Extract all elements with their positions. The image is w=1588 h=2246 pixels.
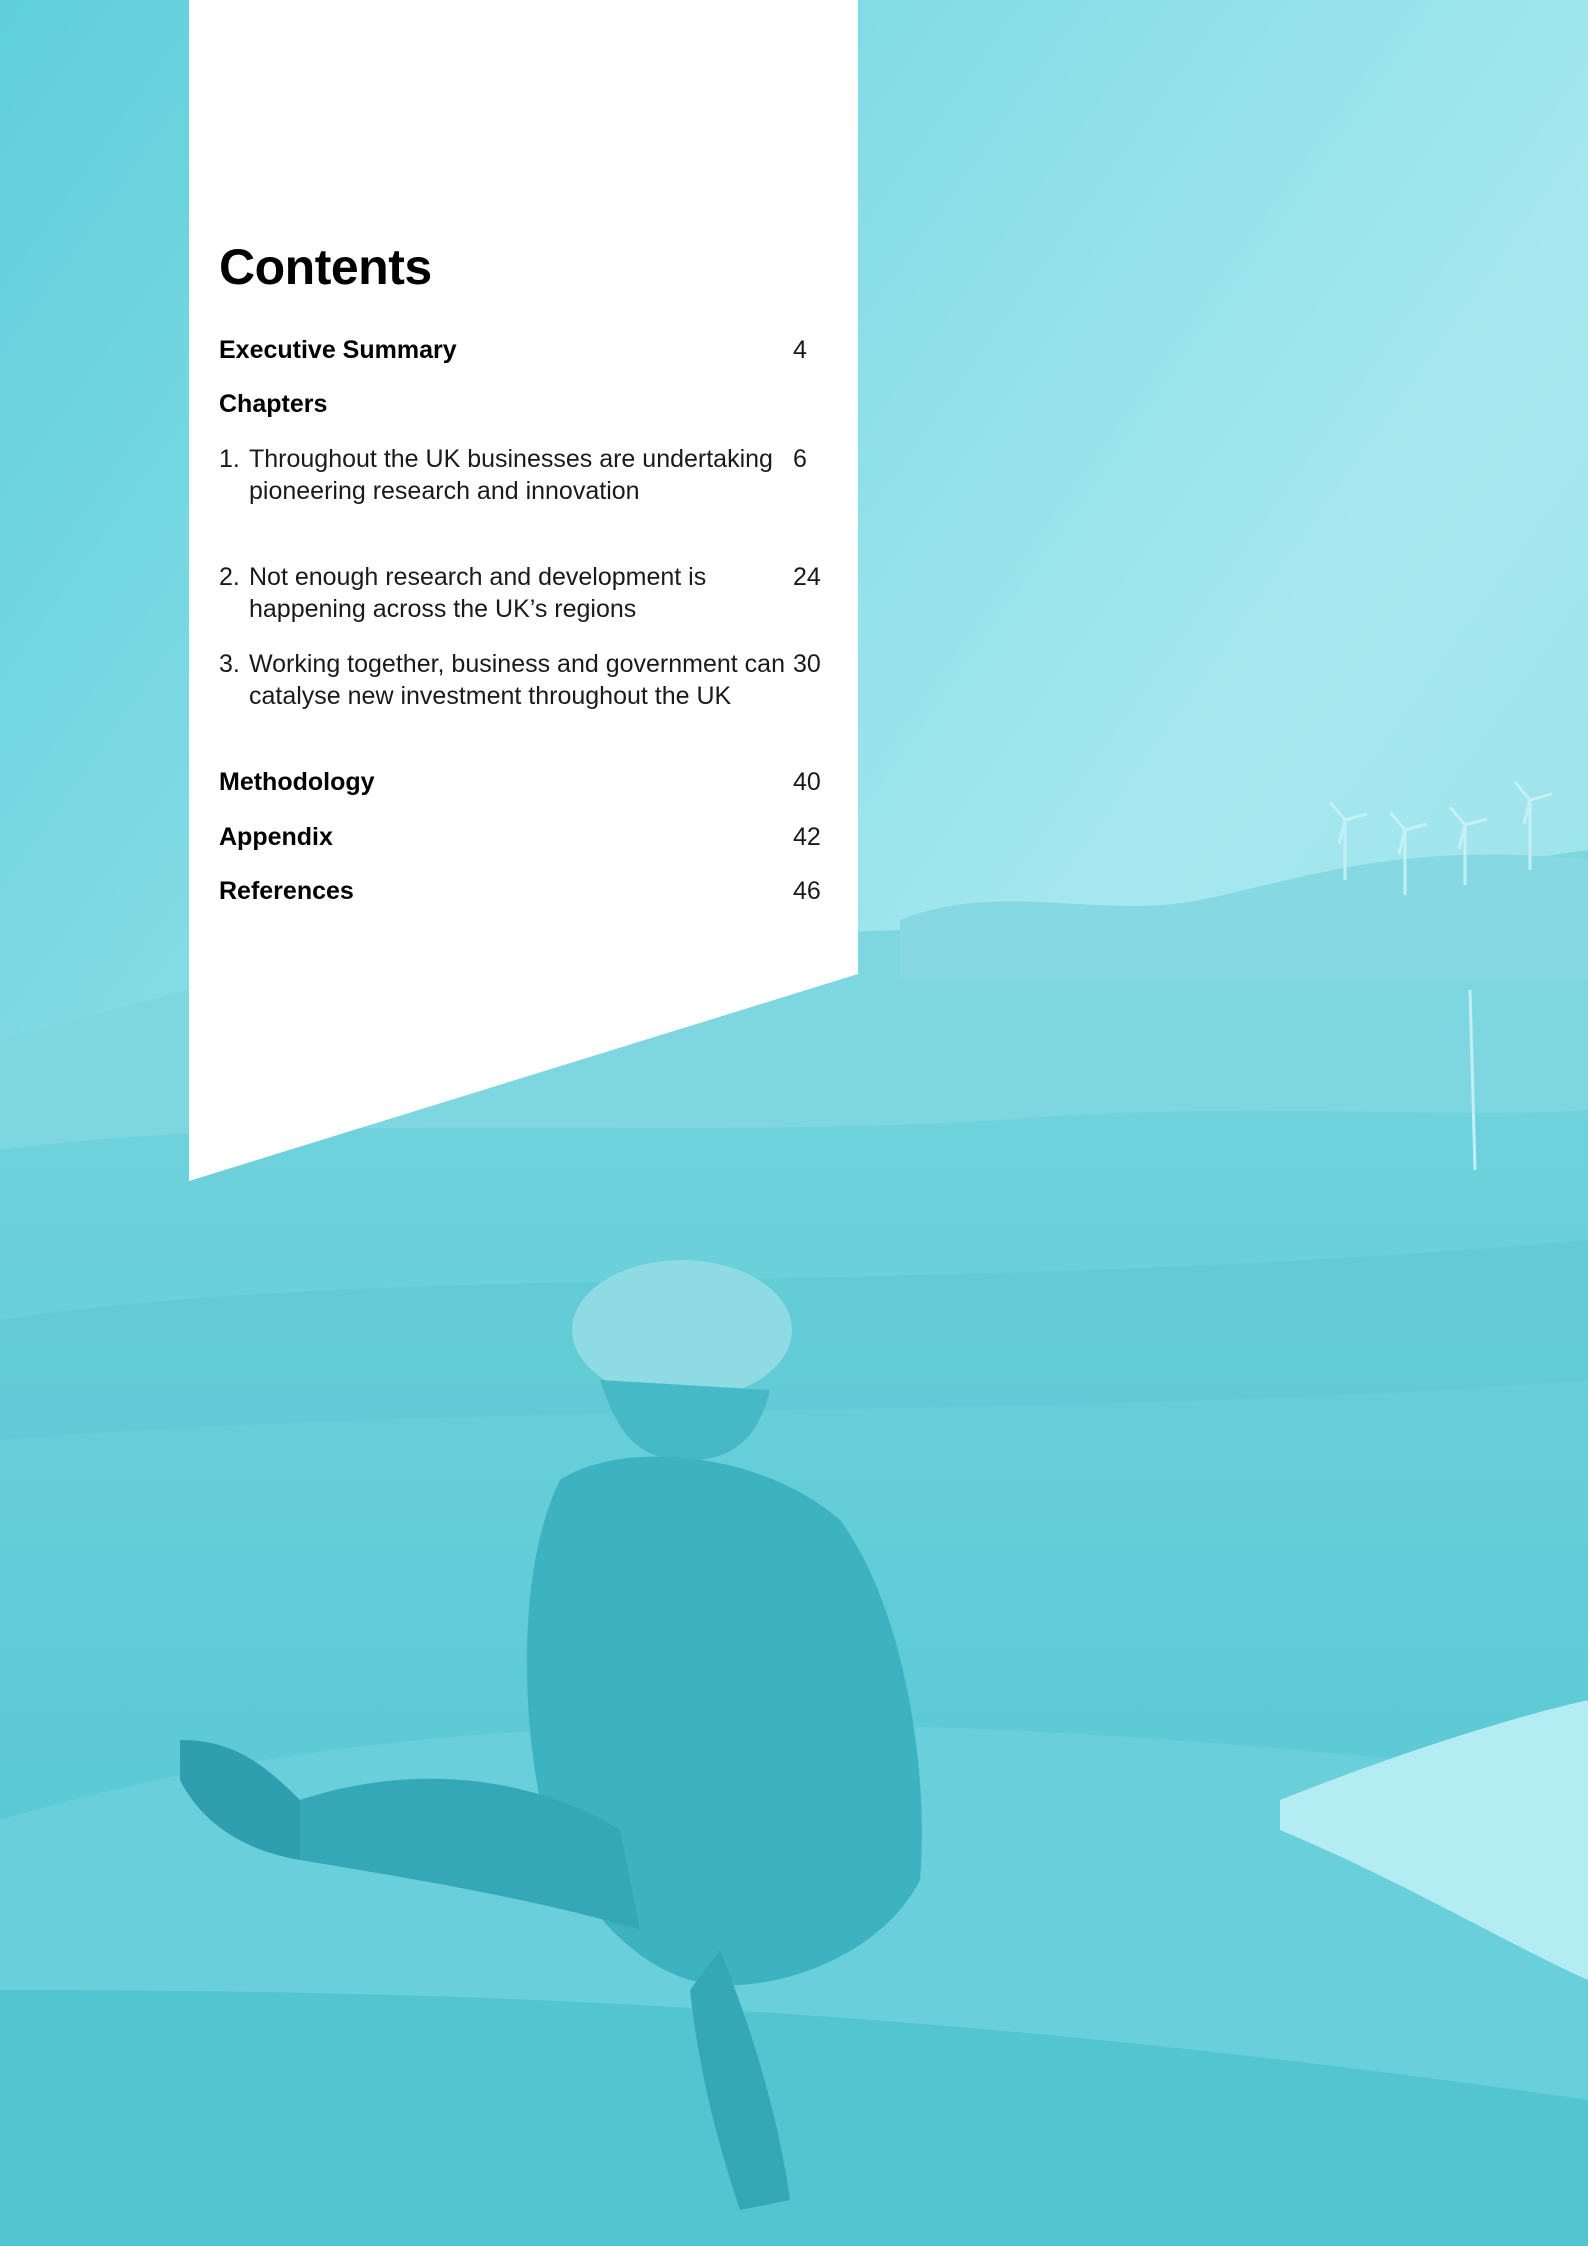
toc-section-chapters: Chapters [219,388,825,420]
toc-entry-chapter-3[interactable]: 3. Working together, business and govern… [219,648,825,712]
toc-entry-page: 24 [793,563,821,591]
toc-entry-title: Executive Summary [219,336,457,364]
toc-entry-title: Methodology [219,768,375,796]
toc-entry-page: 46 [793,877,821,905]
toc-entry-page: 6 [793,445,807,473]
toc-entry-title: Throughout the UK businesses are underta… [249,445,773,505]
toc-entry-title: Working together, business and governmen… [249,650,785,710]
toc-entry-page: 4 [793,336,807,364]
page-title: Contents [219,239,432,295]
toc-entry-number: 3. [219,650,240,678]
toc-entry-title: Chapters [219,390,328,418]
toc-entry-executive-summary[interactable]: Executive Summary 4 [219,334,825,366]
toc-entry-references[interactable]: References 46 [219,875,825,907]
toc-entry-number: 2. [219,563,240,591]
toc-entry-chapter-1[interactable]: 1. Throughout the UK businesses are unde… [219,443,825,507]
toc-entry-chapter-2[interactable]: 2. Not enough research and development i… [219,561,825,625]
toc-entry-methodology[interactable]: Methodology 40 [219,766,825,798]
toc-entry-appendix[interactable]: Appendix 42 [219,821,825,853]
toc-entry-page: 42 [793,823,821,851]
toc-entry-page: 40 [793,768,821,796]
toc-entry-title: Appendix [219,823,333,851]
toc-entry-page: 30 [793,650,821,678]
toc-entry-title: References [219,877,354,905]
toc-entry-number: 1. [219,445,240,473]
toc-entry-title: Not enough research and development is h… [249,563,707,623]
